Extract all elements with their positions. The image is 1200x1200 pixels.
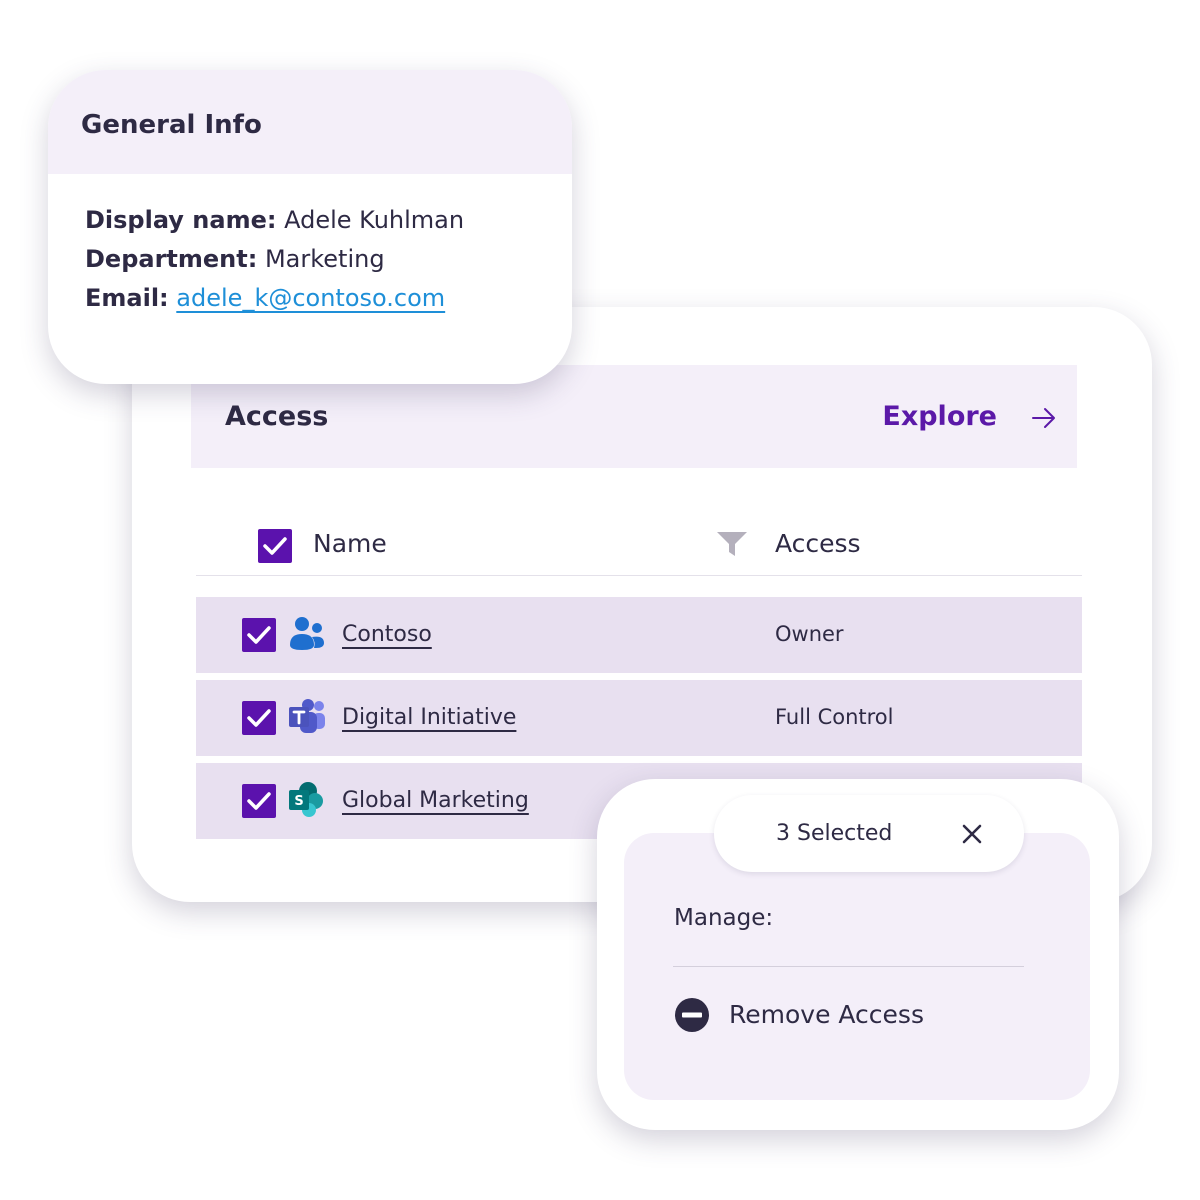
selected-count: 3 Selected (776, 821, 893, 846)
table-row: Digital Initiative Full Control (196, 680, 1082, 756)
checkmark-icon (247, 792, 271, 810)
row-checkbox[interactable] (242, 701, 276, 735)
department-line: Department: Marketing (85, 245, 385, 273)
general-info-card: General Info Display name: Adele Kuhlman… (48, 70, 572, 384)
email-line: Email: adele_k@contoso.com (85, 284, 445, 312)
close-icon[interactable] (962, 824, 982, 844)
row-access-value: Full Control (775, 705, 894, 729)
general-info-title: General Info (81, 110, 262, 140)
row-name-link[interactable]: Contoso (342, 622, 432, 647)
selection-panel: Manage: Remove Access (624, 833, 1090, 1100)
manage-label: Manage: (674, 905, 774, 931)
teams-icon (289, 699, 325, 733)
general-info-header: General Info (48, 70, 572, 174)
checkmark-icon (247, 709, 271, 727)
arrow-right-icon[interactable] (1031, 405, 1057, 431)
divider (673, 966, 1024, 967)
access-title: Access (225, 401, 329, 432)
row-name-link[interactable]: Digital Initiative (342, 705, 516, 730)
column-access-header[interactable]: Access (775, 529, 861, 558)
email-link[interactable]: adele_k@contoso.com (176, 284, 445, 312)
row-checkbox[interactable] (242, 784, 276, 818)
selected-count-pill: 3 Selected (714, 795, 1024, 872)
sharepoint-icon: S (289, 782, 323, 817)
row-checkbox[interactable] (242, 618, 276, 652)
display-name-line: Display name: Adele Kuhlman (85, 206, 464, 234)
department-label: Department: (85, 245, 258, 273)
department-value: Marketing (264, 245, 385, 273)
checkmark-icon (263, 537, 287, 555)
checkmark-icon (247, 626, 271, 644)
remove-access-label: Remove Access (729, 1000, 924, 1029)
filter-icon[interactable] (716, 530, 748, 558)
remove-access-button[interactable]: Remove Access (674, 993, 974, 1037)
svg-text:S: S (294, 794, 303, 809)
select-all-checkbox[interactable] (258, 529, 292, 563)
table-header: Name Access (196, 517, 1082, 576)
explore-link[interactable]: Explore (882, 401, 997, 432)
column-name-header[interactable]: Name (313, 529, 387, 558)
row-name-link[interactable]: Global Marketing (342, 788, 529, 813)
selection-card: Manage: Remove Access 3 Selected (597, 779, 1119, 1130)
table-row: Contoso Owner (196, 597, 1082, 673)
row-access-value: Owner (775, 622, 844, 646)
email-label: Email: (85, 284, 169, 312)
people-icon (290, 617, 324, 650)
minus-circle-icon (675, 998, 709, 1032)
display-name-label: Display name: (85, 206, 277, 234)
display-name-value: Adele Kuhlman (284, 206, 465, 234)
